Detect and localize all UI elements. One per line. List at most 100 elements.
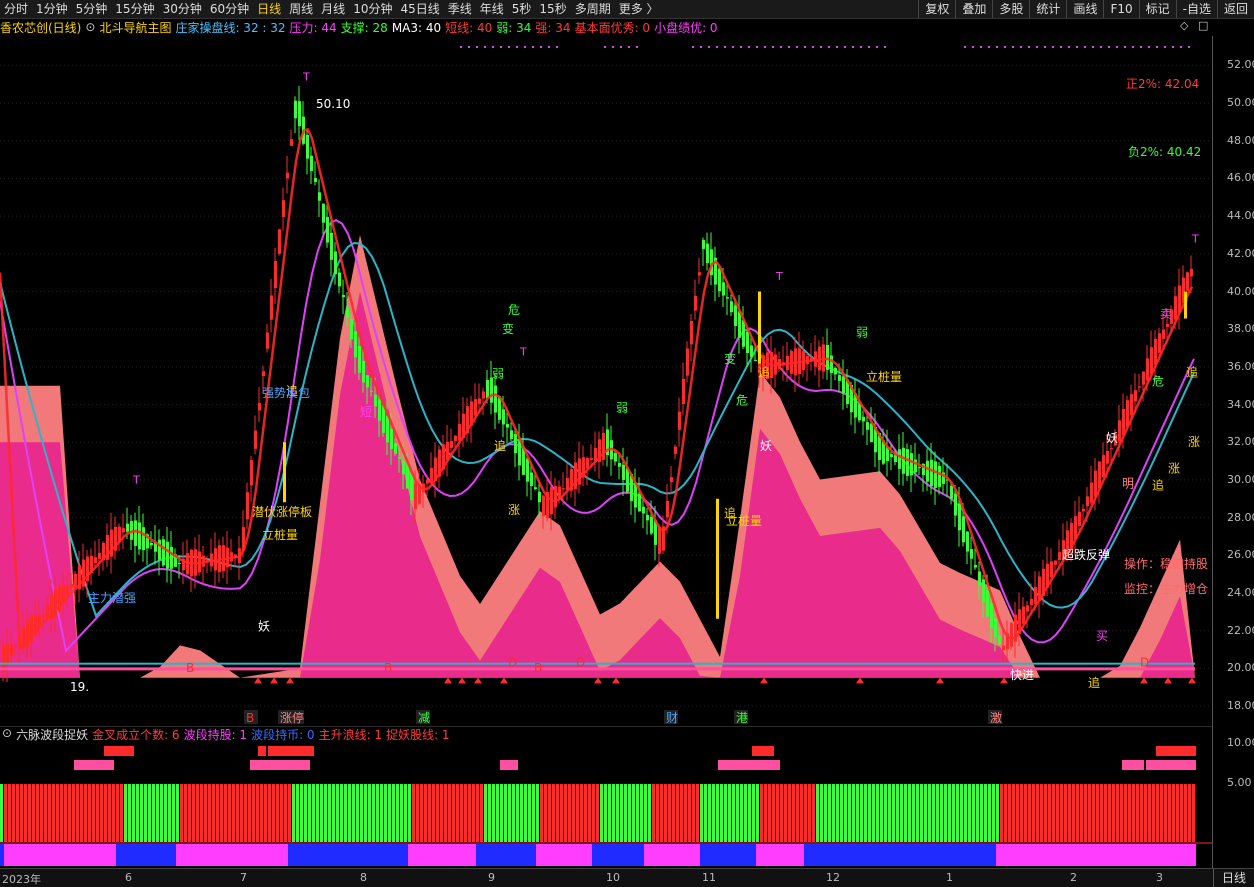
- pulse-bar: [356, 784, 359, 842]
- candle-body: [10, 644, 13, 656]
- hold-band: [880, 844, 884, 866]
- candle-body: [1058, 552, 1061, 561]
- pulse-bar: [228, 784, 231, 842]
- period-tab-5[interactable]: 60分钟: [206, 0, 253, 18]
- toolbar-button-7[interactable]: -自选: [1175, 0, 1217, 18]
- period-tab-3[interactable]: 15分钟: [111, 0, 158, 18]
- hold-band: [968, 844, 972, 866]
- candle-body: [542, 495, 545, 517]
- candle-body: [538, 491, 541, 503]
- chase-marker-6: 追: [1088, 675, 1100, 690]
- period-tab-12[interactable]: 年线: [476, 0, 508, 18]
- hold-band: [1068, 844, 1072, 866]
- hold-band: [648, 844, 652, 866]
- period-tab-13[interactable]: 5秒: [508, 0, 536, 18]
- pulse-bar: [892, 784, 895, 842]
- pulse-bar: [496, 784, 499, 842]
- period-tab-8[interactable]: 月线: [317, 0, 349, 18]
- toolbar-button-3[interactable]: 统计: [1029, 0, 1066, 18]
- hold-band: [368, 844, 372, 866]
- hold-band: [716, 844, 720, 866]
- period-tab-7[interactable]: 周线: [285, 0, 317, 18]
- six-pulse-indicator-chart[interactable]: [0, 726, 1212, 868]
- zheng-label: 正2%: 42.04: [1126, 77, 1200, 91]
- hold-band: [540, 844, 544, 866]
- signal-dot: [724, 46, 726, 48]
- signal-dot: [540, 46, 542, 48]
- candle-body: [586, 458, 589, 469]
- toolbar-button-4[interactable]: 画线: [1066, 0, 1103, 18]
- period-tab-4[interactable]: 30分钟: [159, 0, 206, 18]
- hold-band: [796, 844, 800, 866]
- pulse-bar: [288, 784, 291, 842]
- period-indicator-button[interactable]: 日线: [1212, 869, 1254, 887]
- hold-band: [840, 844, 844, 866]
- maximize-icon[interactable]: □: [1198, 19, 1208, 32]
- golden-cross-block-5: [500, 760, 518, 770]
- signal-dot: [716, 46, 718, 48]
- diamond-icon[interactable]: ◇: [1180, 19, 1188, 32]
- period-tab-16[interactable]: 更多 〉: [615, 0, 663, 18]
- hold-band: [1108, 844, 1112, 866]
- pulse-bar: [524, 784, 527, 842]
- hold-band: [96, 844, 100, 866]
- toolbar-button-8[interactable]: 返回: [1216, 0, 1254, 18]
- period-tab-11[interactable]: 季线: [444, 0, 476, 18]
- hold-band: [448, 844, 452, 866]
- date-tick-2: 7: [240, 871, 247, 884]
- hold-band: [196, 844, 200, 866]
- period-tab-15[interactable]: 多周期: [571, 0, 615, 18]
- period-tab-9[interactable]: 10分钟: [349, 0, 396, 18]
- pulse-bar: [108, 784, 111, 842]
- pulse-bar: [1008, 784, 1011, 842]
- hold-band: [956, 844, 960, 866]
- date-tick-3: 8: [360, 871, 367, 884]
- hold-band: [856, 844, 860, 866]
- hold-band: [1152, 844, 1156, 866]
- toolbar-button-0[interactable]: 复权: [918, 0, 955, 18]
- indicator-name[interactable]: 北斗导航主图: [99, 19, 171, 36]
- toolbar-button-6[interactable]: 标记: [1138, 0, 1176, 18]
- hold-band: [388, 844, 392, 866]
- hold-band: [704, 844, 708, 866]
- candle-body: [1102, 455, 1105, 478]
- pulse-bar: [12, 784, 15, 842]
- pulse-bar: [684, 784, 687, 842]
- period-tab-10[interactable]: 45日线: [396, 0, 443, 18]
- period-tab-0[interactable]: 分时: [0, 0, 32, 18]
- toolbar-button-2[interactable]: 多股: [992, 0, 1029, 18]
- toolbar-button-1[interactable]: 叠加: [955, 0, 992, 18]
- toolbar-button-5[interactable]: F10: [1103, 0, 1138, 18]
- pulse-bar: [532, 784, 535, 842]
- pulse-bar: [56, 784, 59, 842]
- candle-body: [978, 571, 981, 586]
- candle-body: [934, 461, 937, 488]
- pulse-bar: [788, 784, 791, 842]
- candle-body: [166, 541, 169, 569]
- pulse-bar: [552, 784, 555, 842]
- pulse-bar: [1072, 784, 1075, 842]
- candle-body: [342, 294, 345, 298]
- hold-band: [312, 844, 316, 866]
- candle-body: [1054, 560, 1057, 565]
- period-tab-2[interactable]: 5分钟: [72, 0, 112, 18]
- hold-band: [688, 844, 692, 866]
- pulse-bar: [1040, 784, 1043, 842]
- pulse-bar: [68, 784, 71, 842]
- hold-band: [696, 844, 700, 866]
- price-chart[interactable]: TTTTT追追追追 追追追危危危变变弱弱弱涨涨涨妖妖妖短卖明买B B BD D DB 涨停减…: [0, 36, 1212, 726]
- price-tick-10: 32.00: [1227, 435, 1254, 449]
- pulse-bar: [512, 784, 515, 842]
- hold-band: [1080, 844, 1084, 866]
- pulse-bar: [160, 784, 163, 842]
- period-tab-14[interactable]: 15秒: [535, 0, 570, 18]
- stock-title[interactable]: 香农芯创(日线): [0, 19, 81, 36]
- candle-body: [398, 457, 401, 459]
- settings-icon[interactable]: ⊙: [85, 20, 95, 34]
- candle-body: [138, 522, 141, 550]
- candle-body: [530, 472, 533, 486]
- period-tab-1[interactable]: 1分钟: [32, 0, 72, 18]
- candle-body: [370, 390, 373, 392]
- period-tab-6[interactable]: 日线: [253, 0, 285, 18]
- pulse-bar: [824, 784, 827, 842]
